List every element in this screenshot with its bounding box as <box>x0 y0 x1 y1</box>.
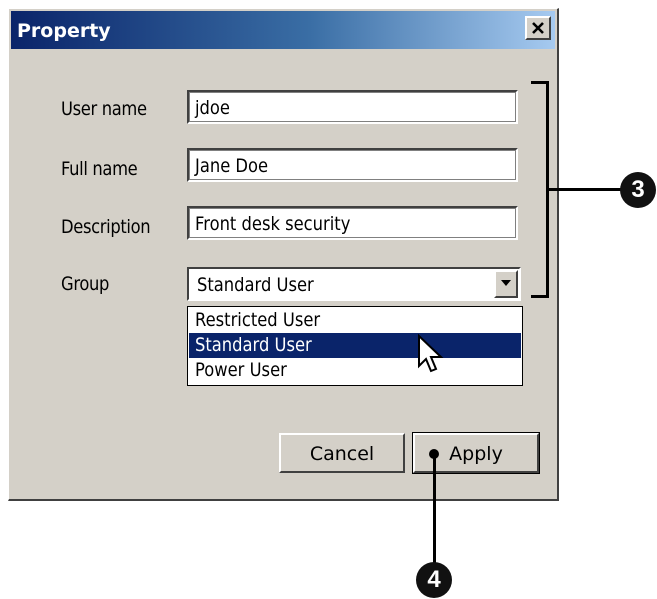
description-label: Description <box>61 216 151 238</box>
apply-callout-line <box>433 453 436 563</box>
fullname-label: Full name <box>61 158 138 180</box>
description-value: Front desk security <box>195 213 351 235</box>
fields-callout-line <box>549 188 623 191</box>
group-option-standard-user[interactable]: Standard User <box>189 333 521 358</box>
dropdown-button[interactable] <box>494 270 518 298</box>
option-label: Standard User <box>195 334 312 356</box>
callout-badge-4: 4 <box>416 562 452 598</box>
dialog-title: Property <box>17 20 111 42</box>
username-value: jdoe <box>195 97 230 119</box>
group-selected-value: Standard User <box>197 274 314 296</box>
cancel-label: Cancel <box>309 443 375 465</box>
fullname-value: Jane Doe <box>195 155 269 177</box>
callout-badge-3: 3 <box>620 172 656 208</box>
close-icon <box>532 22 544 34</box>
property-dialog: Property User name jdoe Full name Jane D… <box>8 8 559 501</box>
cancel-button[interactable]: Cancel <box>279 433 405 473</box>
close-button[interactable] <box>525 16 551 40</box>
group-select[interactable]: Standard User <box>187 267 521 301</box>
chevron-down-icon <box>501 280 511 286</box>
title-bar[interactable]: Property <box>11 11 555 49</box>
group-option-restricted-user[interactable]: Restricted User <box>189 308 521 333</box>
option-label: Restricted User <box>195 309 321 331</box>
fullname-field[interactable]: Jane Doe <box>187 148 518 182</box>
fields-callout-bracket <box>531 81 549 298</box>
description-field[interactable]: Front desk security <box>187 206 518 240</box>
mouse-pointer-icon <box>418 334 444 373</box>
username-field[interactable]: jdoe <box>187 90 518 124</box>
option-label: Power User <box>195 359 287 381</box>
username-label: User name <box>61 98 147 120</box>
group-dropdown-list: Restricted User Standard User Power User <box>187 306 523 386</box>
group-label: Group <box>61 273 110 295</box>
group-option-power-user[interactable]: Power User <box>189 358 521 383</box>
